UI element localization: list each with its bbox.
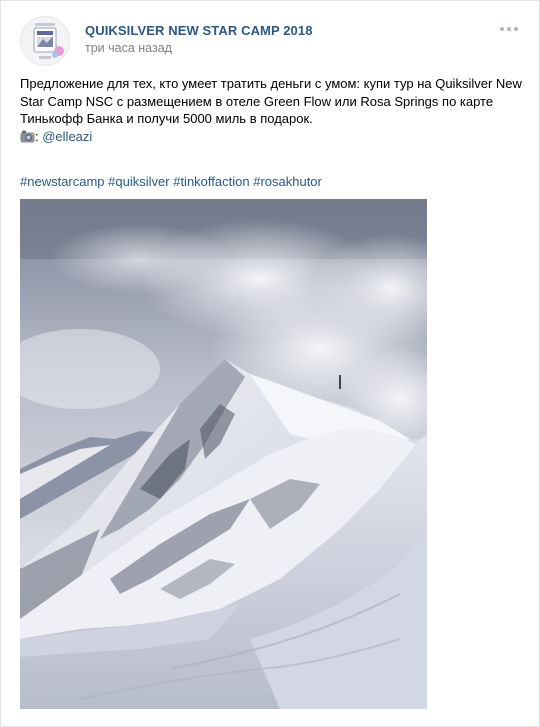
hashtag-link[interactable]: #rosakhutor bbox=[253, 174, 322, 189]
post-text-line: Тинькофф Банка и получи 5000 миль в пода… bbox=[20, 111, 313, 126]
post-text: Предложение для тех, кто умеет тратить д… bbox=[20, 75, 530, 147]
more-dots-icon[interactable] bbox=[498, 22, 520, 36]
post-header: QUIKSILVER NEW STAR CAMP 2018 три часа н… bbox=[20, 16, 520, 66]
photo-credit: : @elleazi bbox=[20, 128, 530, 148]
post-text-line: Предложение для тех, кто умеет тратить д… bbox=[20, 76, 522, 91]
post-timestamp[interactable]: три часа назад bbox=[85, 41, 172, 55]
hashtag-link[interactable]: #tinkoffaction bbox=[173, 174, 249, 189]
hashtag-link[interactable]: #newstarcamp bbox=[20, 174, 105, 189]
post-photo[interactable] bbox=[20, 199, 427, 709]
hashtag-list: #newstarcamp #quiksilver #tinkoffaction … bbox=[20, 173, 322, 190]
photo-credit-link[interactable]: @elleazi bbox=[42, 129, 92, 144]
group-name-link[interactable]: QUIKSILVER NEW STAR CAMP 2018 bbox=[85, 23, 313, 38]
snowy-mountain-peak-photo bbox=[20, 199, 427, 709]
camera-emoji-icon bbox=[20, 130, 35, 148]
post-card: QUIKSILVER NEW STAR CAMP 2018 три часа н… bbox=[0, 0, 540, 727]
group-avatar[interactable] bbox=[20, 16, 70, 66]
post-text-line: Star Camp NSC с размещением в отеле Gree… bbox=[20, 93, 494, 109]
hashtag-link[interactable]: #quiksilver bbox=[108, 174, 169, 189]
